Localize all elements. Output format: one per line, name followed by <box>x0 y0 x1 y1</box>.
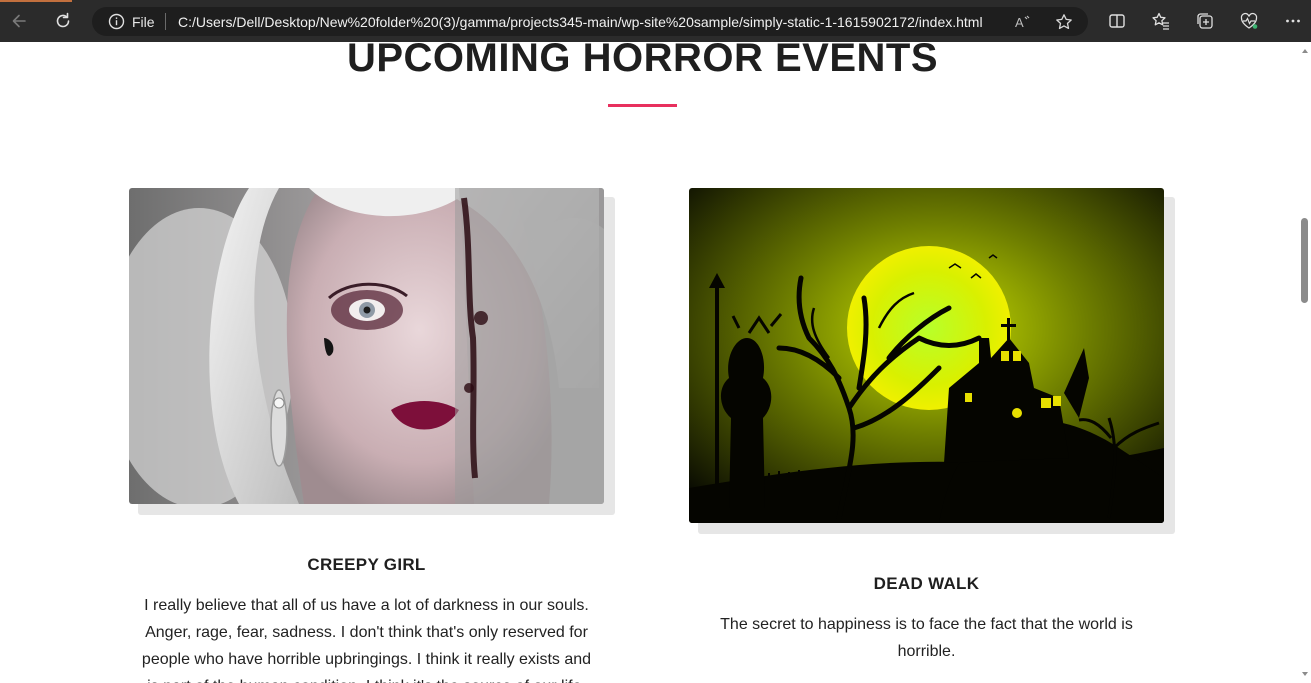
read-aloud-icon: A <box>1015 15 1030 30</box>
favorites-icon <box>1152 12 1169 30</box>
svg-text:A: A <box>1015 15 1024 30</box>
refresh-button[interactable] <box>49 7 77 35</box>
file-label: File <box>132 14 155 30</box>
health-button[interactable] <box>1235 7 1263 35</box>
event-image-creepy-girl[interactable] <box>129 188 604 504</box>
refresh-icon <box>56 12 70 28</box>
url-text[interactable]: C:/Users/Dell/Desktop/New%20folder%20(3)… <box>178 14 983 30</box>
heading-divider <box>608 104 677 107</box>
collections-button[interactable] <box>1191 7 1219 35</box>
event-description: I really believe that all of us have a l… <box>141 597 592 683</box>
split-screen-button[interactable] <box>1103 7 1131 35</box>
favorite-star-icon <box>1056 14 1072 30</box>
more-button[interactable] <box>1279 7 1307 35</box>
read-aloud-button[interactable]: A <box>1011 10 1035 34</box>
more-icon <box>1286 19 1300 23</box>
scroll-down-arrow-icon[interactable] <box>1300 669 1310 679</box>
favorite-button[interactable] <box>1052 10 1076 34</box>
page-scrollbar[interactable] <box>1299 42 1311 683</box>
back-button[interactable] <box>5 7 33 35</box>
event-title: DEAD WALK <box>873 574 980 593</box>
event-image-dead-walk[interactable] <box>689 188 1164 523</box>
address-bar[interactable]: File C:/Users/Dell/Desktop/New%20folder%… <box>92 7 1088 36</box>
collections-icon <box>1197 13 1213 29</box>
dead-walk-illustration <box>689 188 1164 523</box>
address-separator <box>165 13 166 30</box>
page-content: UPCOMING HORROR EVENTS CREEPY GIRL I rea… <box>0 42 1299 683</box>
back-icon <box>12 14 26 28</box>
split-screen-icon <box>1109 14 1125 28</box>
favorites-button[interactable] <box>1147 7 1175 35</box>
scroll-up-arrow-icon[interactable] <box>1300 46 1310 56</box>
event-title: CREEPY GIRL <box>307 555 426 574</box>
browser-toolbar: File C:/Users/Dell/Desktop/New%20folder%… <box>0 0 1311 42</box>
section-heading: UPCOMING HORROR EVENTS <box>346 42 939 80</box>
info-icon[interactable] <box>108 13 125 30</box>
scrollbar-thumb[interactable] <box>1301 218 1308 303</box>
event-description: The secret to happiness is to face the f… <box>720 616 1133 660</box>
creepy-girl-photo <box>129 188 604 504</box>
health-icon <box>1240 12 1258 29</box>
active-tab-indicator <box>0 0 72 2</box>
